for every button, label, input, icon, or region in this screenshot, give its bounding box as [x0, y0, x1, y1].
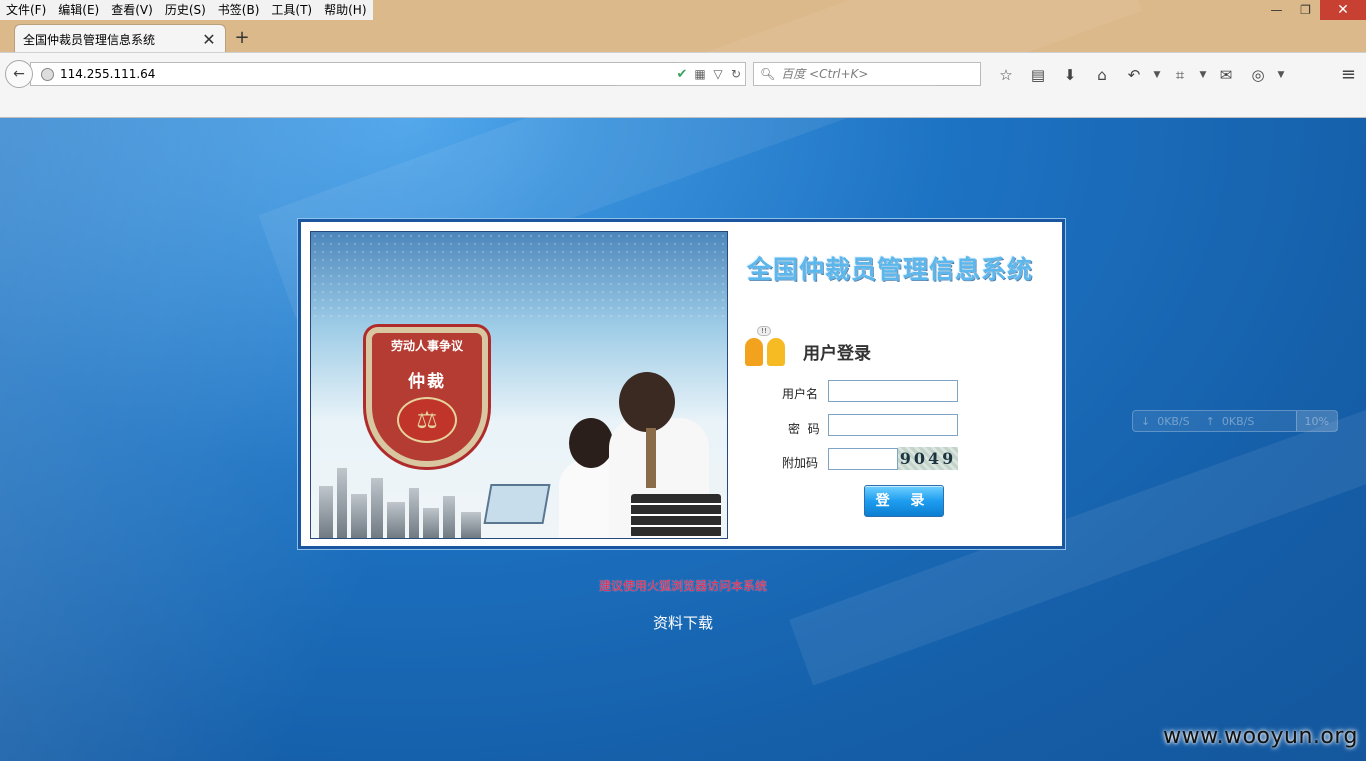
home-icon[interactable]: ⌂ [1086, 65, 1118, 85]
chat-icon[interactable]: ✉ [1210, 65, 1242, 85]
password-input[interactable] [828, 414, 958, 436]
title-bar: 文件(F) 编辑(E) 查看(V) 历史(S) 书签(B) 工具(T) 帮助(H… [0, 0, 1366, 53]
menu-edit[interactable]: 编辑(E) [52, 0, 105, 20]
login-heading: 用户登录 [803, 344, 871, 364]
minimize-button[interactable]: — [1262, 0, 1291, 20]
system-title: 全国仲裁员管理信息系统 [747, 255, 1034, 284]
login-button[interactable]: 登 录 [864, 485, 944, 517]
star-icon[interactable]: ☆ [990, 65, 1022, 85]
badge-top-text: 劳动人事争议 [390, 339, 463, 353]
menu-bar: 文件(F) 编辑(E) 查看(V) 历史(S) 书签(B) 工具(T) 帮助(H… [0, 0, 373, 20]
clipboard-icon[interactable]: ▤ [1022, 65, 1054, 85]
up-arrow-icon: ↑ [1205, 414, 1215, 428]
scale-icon: ⚖ [397, 397, 457, 443]
download-arrow-icon[interactable]: ⬇ [1054, 65, 1086, 85]
globe-icon [41, 67, 54, 81]
undo-dropdown-icon[interactable]: ▼ [1150, 65, 1164, 85]
password-label: 密 码 [788, 422, 820, 436]
username-label: 用户名 [782, 387, 819, 401]
watermark: www.wooyun.org [1163, 724, 1358, 749]
tab-close-icon[interactable]: ✕ [201, 30, 217, 49]
hamburger-menu-icon[interactable]: ≡ [1341, 64, 1356, 85]
down-arrow-icon: ↓ [1141, 414, 1151, 428]
addon-dropdown-icon[interactable]: ▼ [1274, 65, 1288, 85]
login-panel: 劳动人事争议 仲裁 ⚖ 全国仲裁员管理信息系统 !! 用户登录 用户名 密 码 … [298, 219, 1065, 549]
browser-recommendation-notice: 建议使用火狐浏览器访问本系统 [598, 579, 767, 593]
crop-icon[interactable]: ⌗ [1164, 65, 1196, 85]
network-monitor-widget[interactable]: ↓ 0KB/S ↑ 0KB/S 10% [1132, 410, 1338, 432]
badge-mid-text: 仲裁 [408, 372, 446, 392]
users-icon: !! [743, 326, 793, 366]
usage-percent: 10% [1295, 411, 1337, 431]
menu-history[interactable]: 历史(S) [159, 0, 212, 20]
download-speed-value: 0KB/S [1157, 414, 1190, 428]
addon-icon[interactable]: ◎ [1242, 65, 1274, 85]
captcha-image[interactable]: 9049 [898, 447, 958, 470]
username-input[interactable] [828, 380, 958, 402]
city-skyline [311, 458, 511, 538]
menu-view[interactable]: 查看(V) [105, 0, 159, 20]
url-text[interactable]: 114.255.111.64 [60, 67, 673, 81]
back-button[interactable]: ← [5, 60, 33, 88]
undo-icon[interactable]: ↶ [1118, 65, 1150, 85]
arbitration-badge: 劳动人事争议 仲裁 ⚖ [366, 327, 488, 467]
menu-help[interactable]: 帮助(H) [318, 0, 372, 20]
menu-file[interactable]: 文件(F) [0, 0, 52, 20]
banner-image: 劳动人事争议 仲裁 ⚖ [310, 231, 728, 539]
map-dots [311, 232, 727, 322]
download-speed: ↓ 0KB/S [1133, 415, 1198, 428]
window-controls: — ❐ ✕ [1262, 0, 1366, 20]
new-tab-button[interactable]: + [232, 28, 252, 48]
arrow-left-icon: ← [13, 66, 25, 82]
menu-tools[interactable]: 工具(T) [265, 0, 318, 20]
restore-button[interactable]: ❐ [1291, 0, 1320, 20]
page-content: 劳动人事争议 仲裁 ⚖ 全国仲裁员管理信息系统 !! 用户登录 用户名 密 码 … [0, 0, 1366, 761]
toolbar: ☆ ▤ ⬇ ⌂ ↶ ▼ ⌗ ▼ ✉ ◎ ▼ [990, 65, 1288, 85]
close-window-button[interactable]: ✕ [1320, 0, 1366, 20]
office-workers-photo [483, 372, 727, 538]
crop-dropdown-icon[interactable]: ▼ [1196, 65, 1210, 85]
upload-speed: ↑ 0KB/S [1198, 415, 1263, 428]
menu-bookmarks[interactable]: 书签(B) [212, 0, 266, 20]
upload-speed-value: 0KB/S [1221, 414, 1255, 428]
tab-title: 全国仲裁员管理信息系统 [23, 32, 156, 47]
captcha-label: 附加码 [782, 456, 819, 470]
download-link[interactable]: 资料下载 [0, 612, 1366, 633]
captcha-input[interactable] [828, 448, 898, 470]
browser-tab[interactable]: 全国仲裁员管理信息系统 ✕ [14, 24, 226, 53]
